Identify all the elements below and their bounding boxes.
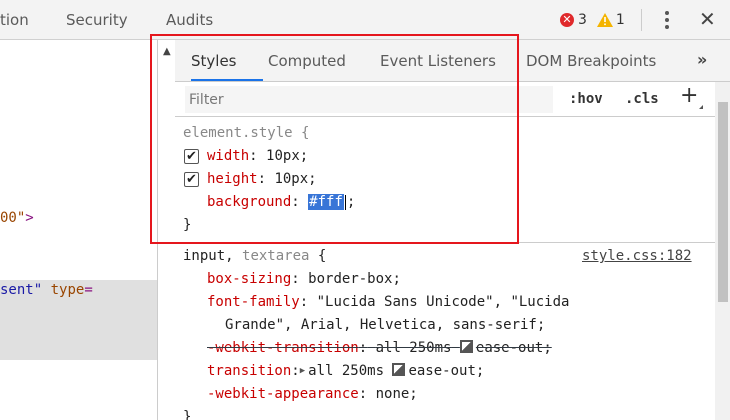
property-font-family-continued: Grande", Arial, Helvetica, sans-serif;: [225, 317, 546, 333]
property-webkit-transition-overridden[interactable]: -webkit-transition: all 250ms ease-out;: [207, 340, 552, 356]
selected-value-text[interactable]: #fff: [308, 194, 344, 210]
tab-styles[interactable]: Styles: [191, 52, 237, 70]
devtools-toolbar: tion Security Audits ✕ 3 1 ✕: [0, 0, 730, 40]
expand-triangle-icon[interactable]: ▶: [300, 366, 305, 376]
property-height[interactable]: height: 10px;: [207, 171, 317, 187]
warning-count: 1: [615, 12, 625, 28]
hover-state-toggle[interactable]: :hov: [569, 91, 603, 107]
styles-scrollbar[interactable]: [715, 82, 730, 420]
tab-security[interactable]: Security: [66, 11, 128, 29]
tab-event-listeners[interactable]: Event Listeners: [380, 52, 496, 70]
tab-dom-breakpoints[interactable]: DOM Breakpoints: [526, 52, 656, 70]
error-icon: ✕: [560, 13, 574, 27]
property-webkit-appearance[interactable]: -webkit-appearance: none;: [207, 386, 418, 402]
rule-divider: [175, 242, 715, 243]
property-background[interactable]: background: #fff;: [207, 194, 355, 210]
element-style-selector: element.style {: [183, 125, 310, 141]
more-tabs-icon[interactable]: »: [697, 50, 707, 69]
input-rule-close-brace: }: [183, 409, 192, 420]
filter-input[interactable]: [185, 86, 553, 113]
easing-editor-icon[interactable]: [392, 363, 406, 376]
property-checkbox-height[interactable]: ✔: [184, 172, 199, 187]
scrollbar-thumb[interactable]: [718, 102, 728, 302]
property-transition[interactable]: transition:▶ all 250ms ease-out;: [207, 363, 484, 379]
new-rule-menu-triangle-icon[interactable]: [699, 105, 703, 109]
active-tab-indicator: [191, 79, 263, 81]
scroll-up-arrow-icon[interactable]: ▲: [163, 46, 171, 57]
style-rules: element.style { ✔ width: 10px; ✔ height:…: [175, 117, 715, 420]
warning-icon: [596, 13, 613, 27]
kebab-menu-icon[interactable]: [664, 10, 670, 30]
error-count: 3: [578, 12, 587, 28]
toolbar-divider: [641, 9, 642, 31]
dom-node-line[interactable]: 00">: [0, 210, 34, 226]
class-toggle[interactable]: .cls: [625, 91, 659, 107]
filter-bar: :hov .cls +: [175, 82, 715, 117]
property-box-sizing[interactable]: box-sizing: border-box;: [207, 271, 401, 287]
easing-editor-icon[interactable]: [459, 340, 473, 353]
dom-node-line-selected: sent" type=: [0, 282, 93, 298]
text-caret: [344, 194, 346, 210]
new-rule-plus-icon[interactable]: +: [680, 83, 698, 108]
element-style-close-brace: }: [183, 217, 192, 233]
property-width[interactable]: width: 10px;: [207, 148, 308, 164]
sidebar-tabs: Styles Computed Event Listeners DOM Brea…: [175, 40, 730, 82]
input-rule-selector[interactable]: input, textarea {: [183, 248, 326, 264]
property-checkbox-width[interactable]: ✔: [184, 149, 199, 164]
close-icon[interactable]: ✕: [699, 7, 716, 31]
property-font-family[interactable]: font-family: "Lucida Sans Unicode", "Luc…: [207, 294, 569, 310]
tab-application[interactable]: tion: [0, 11, 29, 29]
tab-computed[interactable]: Computed: [268, 52, 346, 70]
issue-counter[interactable]: ✕ 3 1: [560, 10, 625, 30]
tab-audits[interactable]: Audits: [166, 11, 213, 29]
elements-tree[interactable]: 00"> sent" type=: [0, 40, 157, 420]
source-link[interactable]: style.css:182: [582, 248, 692, 264]
styles-sidebar: ▲ Styles Computed Event Listeners DOM Br…: [157, 40, 730, 420]
